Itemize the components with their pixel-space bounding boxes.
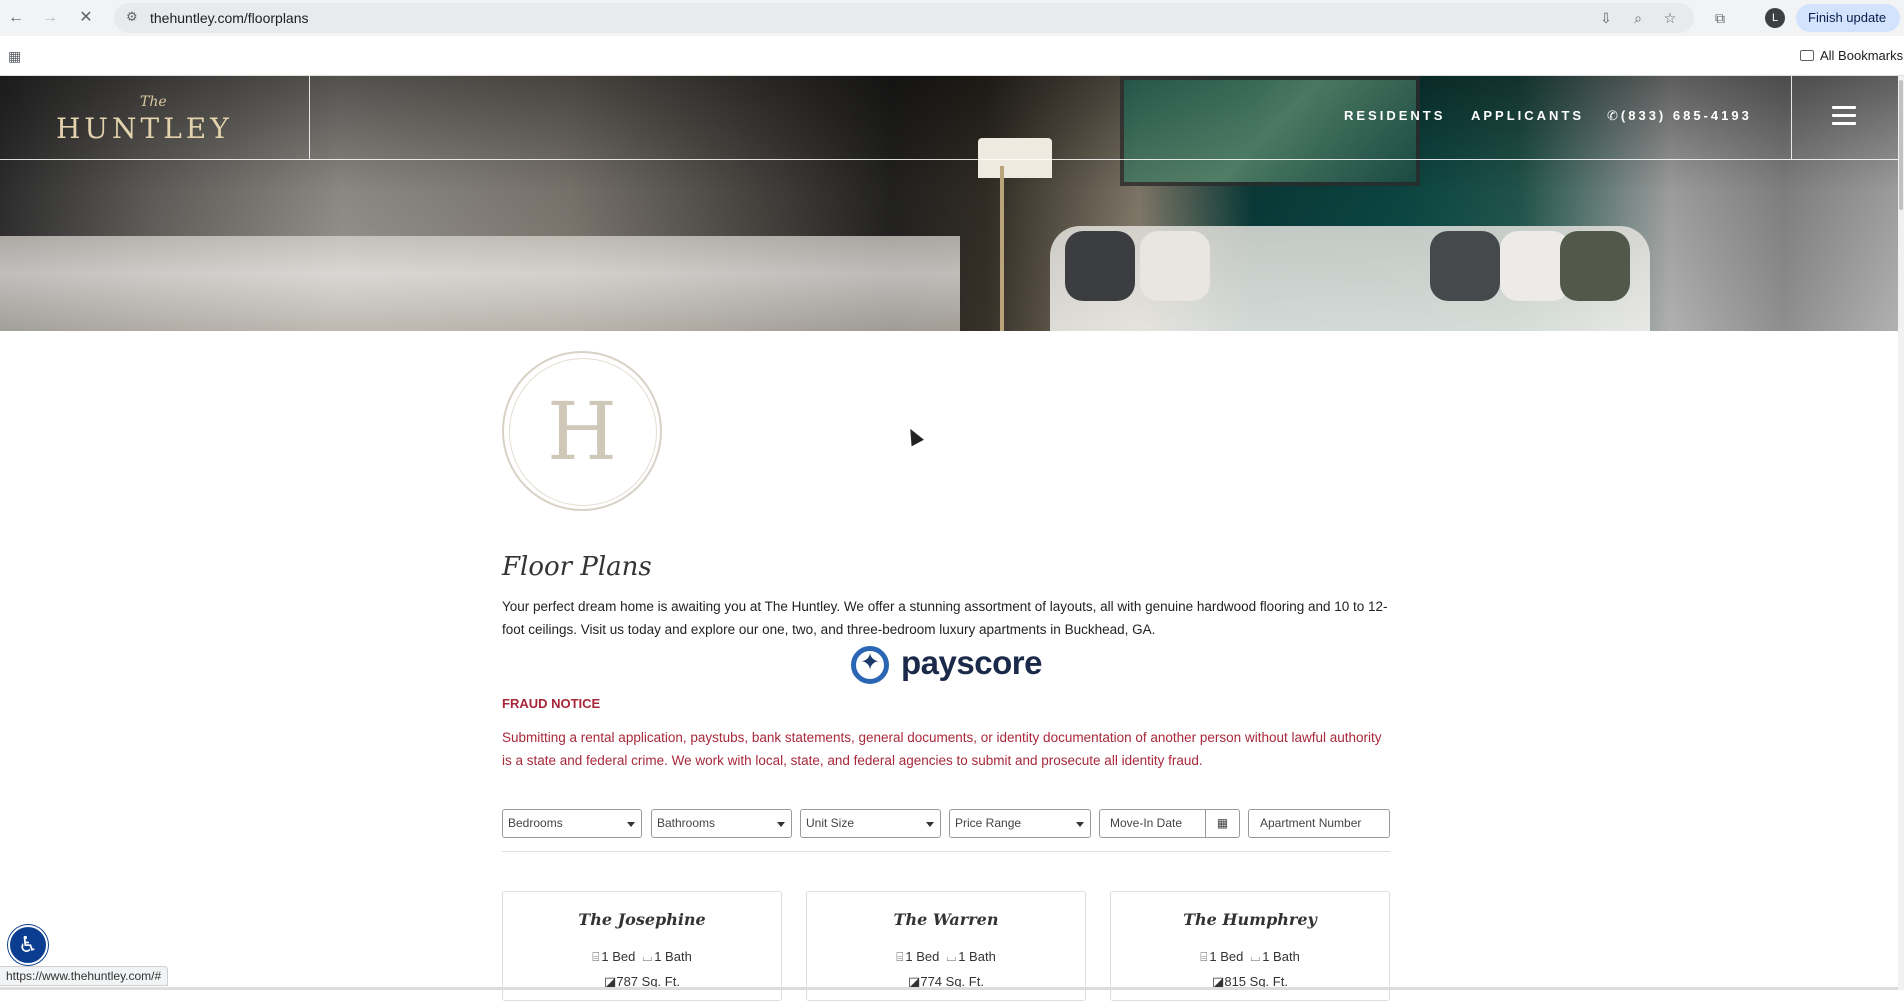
hero-kitchen-counter: [0, 236, 960, 331]
accessibility-icon[interactable]: ♿: [8, 925, 48, 965]
hero-cushion: [1560, 231, 1630, 301]
chevron-down-icon: [777, 822, 785, 827]
price-range-select[interactable]: Price Range: [949, 809, 1091, 838]
bookmarks-bar: ▦ All Bookmarks: [0, 36, 1904, 76]
floorplan-baths: 1 Bath: [1262, 949, 1300, 964]
chevron-down-icon: [926, 822, 934, 827]
hamburger-icon: [1832, 106, 1856, 126]
floorplan-beds: 1 Bed: [1209, 949, 1244, 964]
floorplan-rooms: ⌸ 1 Bed ⌴ 1 Bath: [1111, 949, 1389, 965]
bookmark-star-icon[interactable]: ☆: [1661, 9, 1679, 27]
floorplan-name: The Warren: [893, 910, 999, 929]
install-icon[interactable]: ⇩: [1597, 9, 1615, 27]
chevron-down-icon: [1076, 822, 1084, 827]
floorplan-beds: 1 Bed: [601, 949, 636, 964]
unit-size-select[interactable]: Unit Size: [800, 809, 941, 838]
price-range-select-label: Price Range: [955, 816, 1022, 830]
floorplan-rooms: ⌸ 1 Bed ⌴ 1 Bath: [807, 949, 1085, 965]
hero-lamp-pole: [1000, 166, 1004, 331]
hero-banner: The HUNTLEY RESIDENTS APPLICANTS ✆(833) …: [0, 76, 1898, 331]
chevron-down-icon: [627, 822, 635, 827]
bath-icon: ⌴: [946, 950, 957, 964]
bedrooms-select[interactable]: Bedrooms: [502, 809, 642, 838]
all-bookmarks-label: All Bookmarks: [1820, 48, 1904, 63]
floorplan-rooms: ⌸ 1 Bed ⌴ 1 Bath: [503, 949, 781, 965]
profile-avatar[interactable]: L: [1765, 8, 1785, 28]
scrollbar-thumb[interactable]: [1899, 80, 1903, 210]
floorplan-card[interactable]: The Warren ⌸ 1 Bed ⌴ 1 Bath ◪774 Sq. Ft.: [806, 891, 1086, 1001]
page-title: Floor Plans: [502, 552, 652, 582]
bed-icon: ⌸: [592, 950, 600, 964]
move-in-date-input[interactable]: Move-In Date ▦: [1099, 809, 1240, 838]
bed-icon: ⌸: [1200, 950, 1208, 964]
floorplan-baths: 1 Bath: [654, 949, 692, 964]
unit-size-select-label: Unit Size: [806, 816, 855, 830]
bedrooms-select-label: Bedrooms: [508, 816, 563, 830]
scrollbar-track[interactable]: [1898, 76, 1904, 990]
browser-toolbar: ← → ✕ ⚙ thehuntley.com/floorplans ⇩ ⌕ ☆ …: [0, 0, 1904, 53]
floorplan-card[interactable]: The Humphrey ⌸ 1 Bed ⌴ 1 Bath ◪815 Sq. Ft.: [1110, 891, 1390, 1001]
phone-number: (833) 685-4193: [1620, 108, 1752, 123]
site-header: The HUNTLEY RESIDENTS APPLICANTS ✆(833) …: [0, 76, 1898, 160]
nav-applicants-link[interactable]: APPLICANTS: [1471, 108, 1584, 123]
folder-icon: [1800, 50, 1814, 61]
logo-the: The: [140, 94, 167, 110]
monogram-logo: H: [502, 351, 662, 511]
logo-name: HUNTLEY: [56, 112, 233, 145]
calendar-icon[interactable]: ▦: [1205, 810, 1239, 837]
mouse-cursor: [904, 425, 924, 447]
all-bookmarks-button[interactable]: All Bookmarks: [1800, 48, 1903, 63]
floorplan-beds: 1 Bed: [905, 949, 940, 964]
nav-phone-link[interactable]: ✆(833) 685-4193: [1607, 108, 1752, 124]
bath-icon: ⌴: [1250, 950, 1261, 964]
payscore-wordmark: payscore: [901, 644, 1042, 681]
hero-cushion: [1065, 231, 1135, 301]
back-icon[interactable]: ←: [6, 8, 26, 28]
forward-icon[interactable]: →: [40, 8, 60, 28]
apartment-number-input[interactable]: Apartment Number: [1248, 809, 1390, 838]
intro-text: Your perfect dream home is awaiting you …: [502, 599, 1388, 637]
tab-search-icon[interactable]: ⧉: [1711, 9, 1729, 27]
finish-update-label: Finish update: [1808, 10, 1887, 25]
bathrooms-select-label: Bathrooms: [657, 816, 716, 830]
floorplan-baths: 1 Bath: [958, 949, 996, 964]
bath-icon: ⌴: [642, 950, 653, 964]
hero-cushion: [1140, 231, 1210, 301]
payscore-icon: [851, 646, 889, 684]
nav-residents-link[interactable]: RESIDENTS: [1344, 108, 1445, 123]
status-bar-url: https://www.thehuntley.com/#: [0, 966, 169, 986]
address-url[interactable]: thehuntley.com/floorplans: [150, 10, 309, 26]
finish-update-button[interactable]: Finish update ⋮: [1796, 4, 1900, 53]
floorplan-name: The Josephine: [578, 910, 706, 929]
hero-cushion: [1430, 231, 1500, 301]
fraud-notice-text: Submitting a rental application, paystub…: [502, 730, 1382, 768]
address-bar[interactable]: ⚙ thehuntley.com/floorplans: [114, 3, 1694, 33]
bathrooms-select[interactable]: Bathrooms: [651, 809, 792, 838]
apartment-number-placeholder: Apartment Number: [1260, 816, 1362, 830]
bed-icon: ⌸: [896, 950, 904, 964]
phone-icon: ✆: [1607, 108, 1621, 123]
filters-divider: [502, 851, 1390, 852]
site-info-icon[interactable]: ⚙: [126, 9, 138, 25]
floorplan-card[interactable]: The Josephine ⌸ 1 Bed ⌴ 1 Bath ◪787 Sq. Ft…: [502, 891, 782, 1001]
site-logo[interactable]: The HUNTLEY: [0, 76, 310, 160]
apps-grid-icon[interactable]: ▦: [8, 48, 21, 65]
floorplan-name: The Humphrey: [1183, 910, 1317, 929]
menu-button[interactable]: [1791, 76, 1898, 160]
stop-loading-icon[interactable]: ✕: [76, 8, 96, 28]
move-in-date-placeholder: Move-In Date: [1110, 816, 1183, 830]
monogram-letter: H: [547, 385, 617, 478]
zoom-icon[interactable]: ⌕: [1629, 9, 1647, 27]
fraud-notice-title: FRAUD NOTICE: [502, 696, 601, 711]
